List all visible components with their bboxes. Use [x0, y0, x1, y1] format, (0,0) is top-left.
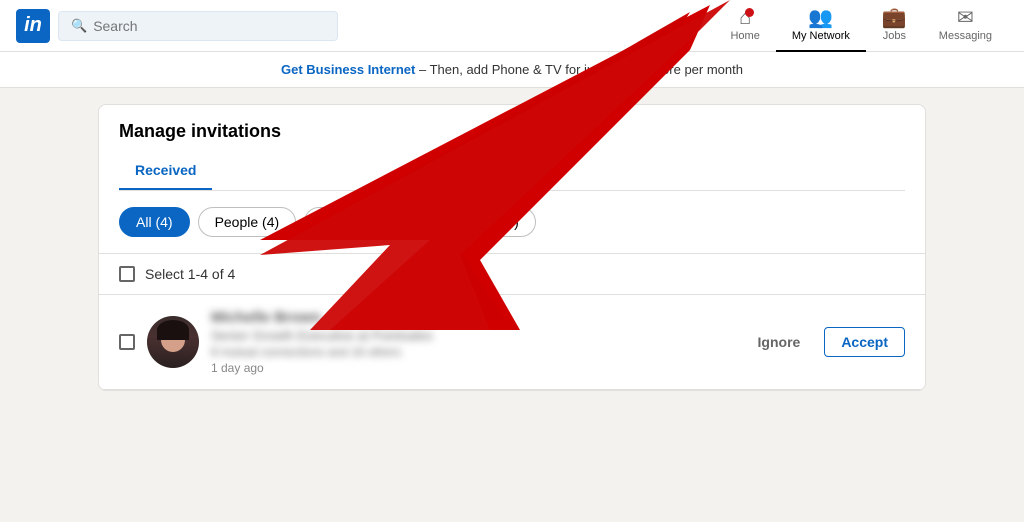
notification-badge — [745, 8, 754, 17]
banner-text: – Then, add Phone & TV for just $34.90 m… — [415, 62, 743, 77]
linkedin-logo[interactable]: in — [16, 9, 50, 43]
filter-people[interactable]: People (4) — [198, 207, 297, 237]
avatar — [147, 316, 199, 368]
nav-label-jobs: Jobs — [883, 30, 906, 42]
invitation-checkbox[interactable] — [119, 334, 135, 350]
inviter-title: Senior Growth Executive at Pointsaleo — [211, 328, 738, 343]
invitation-actions: Ignore Accept — [750, 327, 905, 357]
tab-received[interactable]: Received — [119, 154, 212, 190]
navbar: in 🔍 ⌂ Home 👥 My Network 💼 Jobs ✉ Messag… — [0, 0, 1024, 52]
nav-item-my-network[interactable]: 👥 My Network — [776, 0, 866, 52]
search-icon: 🔍 — [71, 18, 87, 34]
filter-all[interactable]: All (4) — [119, 207, 190, 237]
filter-events[interactable]: Events (0) — [304, 207, 402, 237]
card-header: Manage invitations Received — [99, 105, 925, 191]
nav-items: ⌂ Home 👥 My Network 💼 Jobs ✉ Messaging — [714, 0, 1008, 51]
nav-label-messaging: Messaging — [939, 30, 992, 42]
nav-label-home: Home — [730, 30, 759, 42]
filter-companies[interactable]: Companies (0) — [410, 207, 536, 237]
invitation-info: Michelle Brown Senior Growth Executive a… — [211, 309, 738, 375]
invitation-item: Michelle Brown Senior Growth Executive a… — [99, 295, 925, 390]
accept-button[interactable]: Accept — [824, 327, 905, 357]
banner-link[interactable]: Get Business Internet — [281, 62, 415, 77]
tabs: Received — [119, 154, 905, 191]
main-content: Manage invitations Received All (4) Peop… — [82, 104, 942, 391]
select-row: Select 1-4 of 4 — [99, 254, 925, 295]
ignore-button[interactable]: Ignore — [750, 328, 809, 356]
select-label: Select 1-4 of 4 — [145, 266, 235, 282]
my-network-icon: 👥 — [808, 8, 833, 28]
page-title: Manage invitations — [119, 121, 905, 142]
filter-pills: All (4) People (4) Events (0) Companies … — [99, 191, 925, 254]
nav-item-messaging[interactable]: ✉ Messaging — [923, 0, 1008, 52]
inviter-name: Michelle Brown — [211, 309, 738, 326]
avatar-image — [147, 316, 199, 368]
search-input[interactable] — [93, 18, 325, 34]
nav-label-my-network: My Network — [792, 30, 850, 42]
promo-banner: Get Business Internet – Then, add Phone … — [0, 52, 1024, 88]
messaging-icon: ✉ — [957, 8, 974, 28]
select-all-checkbox[interactable] — [119, 266, 135, 282]
inviter-mutual: 8 mutual connections and 16 others — [211, 345, 738, 359]
invitations-card: Manage invitations Received All (4) Peop… — [98, 104, 926, 391]
nav-item-home[interactable]: ⌂ Home — [714, 0, 775, 52]
search-bar[interactable]: 🔍 — [58, 11, 338, 41]
jobs-icon: 💼 — [882, 8, 907, 28]
nav-item-jobs[interactable]: 💼 Jobs — [866, 0, 923, 52]
invitation-time: 1 day ago — [211, 361, 738, 375]
